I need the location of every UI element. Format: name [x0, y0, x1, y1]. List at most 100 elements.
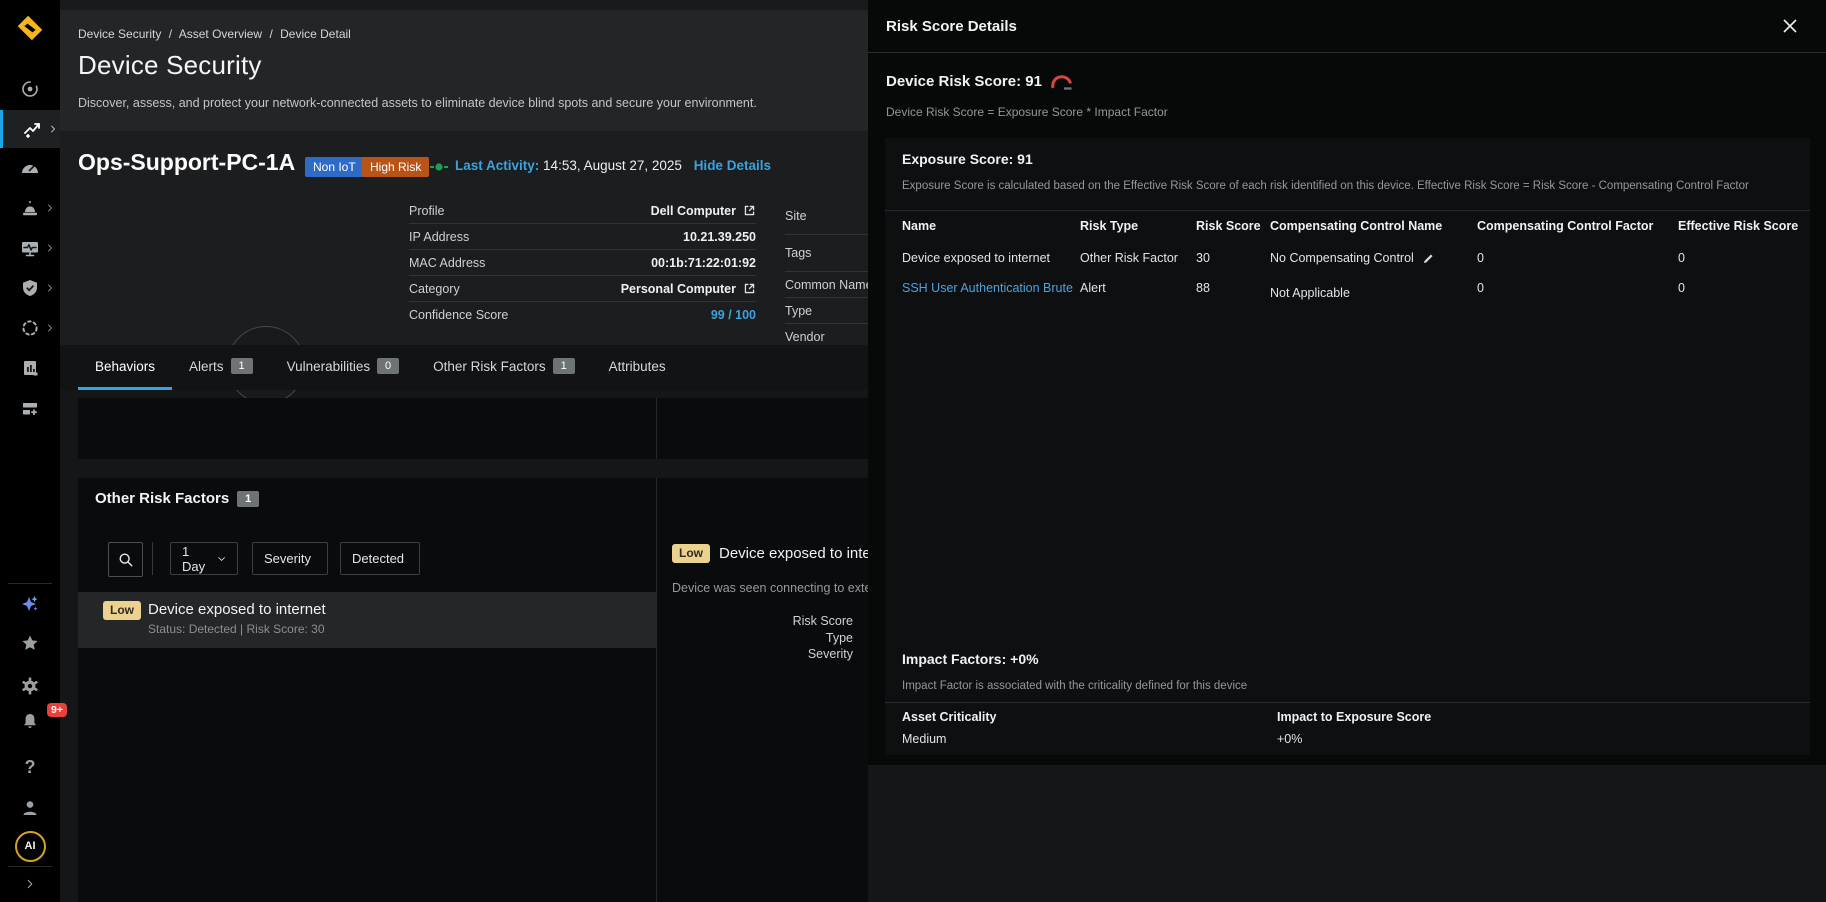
table-cell-risk-score: 88	[1196, 281, 1266, 295]
brand-logo[interactable]	[0, 8, 60, 48]
table-cell-name-link[interactable]: SSH User Authentication Brute...	[902, 281, 1074, 295]
impact-factors-description: Impact Factor is associated with the cri…	[902, 680, 1247, 692]
status-dropdown[interactable]: Detected	[340, 542, 420, 575]
notification-count-badge: 9+	[47, 703, 67, 717]
sidebar-item-dashboard[interactable]	[0, 149, 60, 187]
divider	[152, 542, 153, 575]
divider	[656, 398, 657, 459]
behaviors-section-partial	[78, 398, 868, 459]
device-tabs: Behaviors Alerts1 Vulnerabilities0 Other…	[60, 345, 868, 390]
sidebar-item-custom-dashboards[interactable]	[0, 389, 60, 427]
gear-icon	[20, 676, 40, 696]
device-summary-section: Ops-Support-PC-1A Non IoT High Risk Last…	[60, 131, 868, 345]
sidebar-item-help[interactable]: ?	[0, 748, 60, 786]
column-header: Risk Type	[1080, 219, 1190, 233]
ai-badge: AI	[15, 831, 46, 862]
sidebar-item-user[interactable]	[0, 789, 60, 827]
attribute-label: MAC Address	[409, 256, 485, 270]
device-name: Ops-Support-PC-1A	[78, 149, 295, 176]
tab-vulnerabilities[interactable]: Vulnerabilities0	[270, 345, 417, 390]
device-risk-score-heading: Device Risk Score: 91	[886, 73, 1042, 90]
attribute-label: Category	[409, 282, 460, 296]
sidebar-item-ai-assistant[interactable]: AI	[0, 827, 60, 865]
tab-other-risk-factors[interactable]: Other Risk Factors1	[416, 345, 592, 390]
gauge-icon	[20, 158, 40, 178]
tab-attributes[interactable]: Attributes	[592, 345, 683, 390]
breadcrumb-item: Device Detail	[280, 27, 351, 41]
attribute-row: Profile Dell Computer	[409, 198, 756, 224]
divider	[656, 478, 657, 902]
sidebar-item-reports[interactable]	[0, 349, 60, 387]
sidebar-item-ai-copilot[interactable]	[0, 585, 60, 623]
sidebar-item-settings[interactable]	[0, 667, 60, 705]
table-cell-criticality: Medium	[902, 732, 1202, 746]
table-cell-control-name: Not Applicable	[1270, 286, 1480, 300]
layout-add-icon	[20, 398, 40, 418]
radar-icon	[20, 79, 40, 99]
tab-alerts[interactable]: Alerts1	[172, 345, 270, 390]
activity-dot-icon	[430, 161, 448, 173]
tab-behaviors[interactable]: Behaviors	[78, 345, 172, 390]
star-icon	[20, 633, 40, 653]
attribute-value: 00:1b:71:22:01:92	[651, 256, 756, 270]
attribute-row: MAC Address 00:1b:71:22:01:92	[409, 250, 756, 276]
last-activity-value: 14:53, August 27, 2025	[543, 158, 682, 173]
search-button[interactable]	[108, 542, 143, 577]
risk-factor-list-item[interactable]: Low Device exposed to internet Status: D…	[78, 592, 656, 648]
tab-count-badge: 0	[377, 358, 399, 374]
confidence-score-value[interactable]: 99 / 100	[711, 308, 756, 322]
time-range-dropdown[interactable]: 1 Day	[170, 542, 238, 575]
close-icon	[1782, 18, 1798, 34]
attribute-label: IP Address	[409, 230, 469, 244]
severity-dropdown[interactable]: Severity	[252, 542, 328, 575]
section-count-badge: 1	[237, 491, 259, 507]
hide-details-link[interactable]: Hide Details	[694, 158, 771, 173]
divider	[885, 210, 1810, 211]
breadcrumb-item[interactable]: Device Security	[78, 27, 161, 41]
page-description: Discover, assess, and protect your netwo…	[78, 96, 757, 110]
table-cell-control-name: No Compensating Control	[1270, 251, 1414, 265]
attribute-label: Vendor	[785, 330, 825, 344]
table-cell-risk-type: Alert	[1080, 281, 1190, 295]
chevron-right-icon	[45, 283, 55, 293]
sidebar-item-policy[interactable]	[0, 269, 60, 307]
exposure-score-card: Exposure Score: 91 Exposure Score is cal…	[885, 138, 1810, 638]
impact-factors-card: Impact Factors: +0% Impact Factor is ass…	[885, 638, 1810, 755]
sidebar-item-device-security[interactable]	[0, 110, 63, 148]
dotted-circle-icon	[20, 318, 40, 338]
detail-field-label: Severity	[672, 647, 853, 661]
sidebar-item-device-monitor[interactable]	[0, 229, 60, 267]
column-header: Risk Score	[1196, 219, 1266, 233]
sidebar-item-discovery[interactable]	[0, 70, 60, 108]
chevron-down-icon	[217, 553, 226, 565]
sidebar-divider	[8, 583, 52, 584]
sidebar-collapse-button[interactable]	[0, 869, 60, 899]
edit-pencil-icon[interactable]	[1422, 252, 1435, 265]
table-cell-risk-score: 30	[1196, 251, 1266, 265]
close-button[interactable]	[1778, 14, 1802, 38]
sidebar-item-alerts[interactable]	[0, 189, 60, 227]
question-icon: ?	[25, 757, 36, 778]
attribute-label: Site	[785, 209, 807, 223]
external-link-icon[interactable]	[743, 282, 756, 295]
chevron-right-icon	[45, 243, 55, 253]
user-icon	[20, 798, 40, 818]
impact-factors-title: Impact Factors: +0%	[902, 651, 1039, 667]
top-strip	[60, 0, 868, 10]
risk-score-details-panel: Risk Score Details Device Risk Score: 91…	[868, 0, 1826, 766]
page-header: Device Security / Asset Overview / Devic…	[60, 10, 868, 131]
risk-gauge-icon	[1050, 74, 1074, 90]
sidebar-divider	[8, 866, 52, 867]
sidebar-item-notifications[interactable]: 9+	[0, 702, 60, 740]
sparkles-icon	[19, 593, 41, 615]
sidebar-item-integrations[interactable]	[0, 309, 60, 347]
non-iot-badge: Non IoT	[305, 157, 364, 177]
section-title: Other Risk Factors	[95, 490, 229, 507]
sidebar-item-favorites[interactable]	[0, 624, 60, 662]
breadcrumb-item[interactable]: Asset Overview	[179, 27, 262, 41]
risk-detail-title: Device exposed to inter	[719, 545, 876, 562]
attribute-value: Dell Computer	[651, 204, 736, 218]
column-header: Name	[902, 219, 1074, 233]
risk-score-formula: Device Risk Score = Exposure Score * Imp…	[886, 105, 1168, 119]
external-link-icon[interactable]	[743, 204, 756, 217]
